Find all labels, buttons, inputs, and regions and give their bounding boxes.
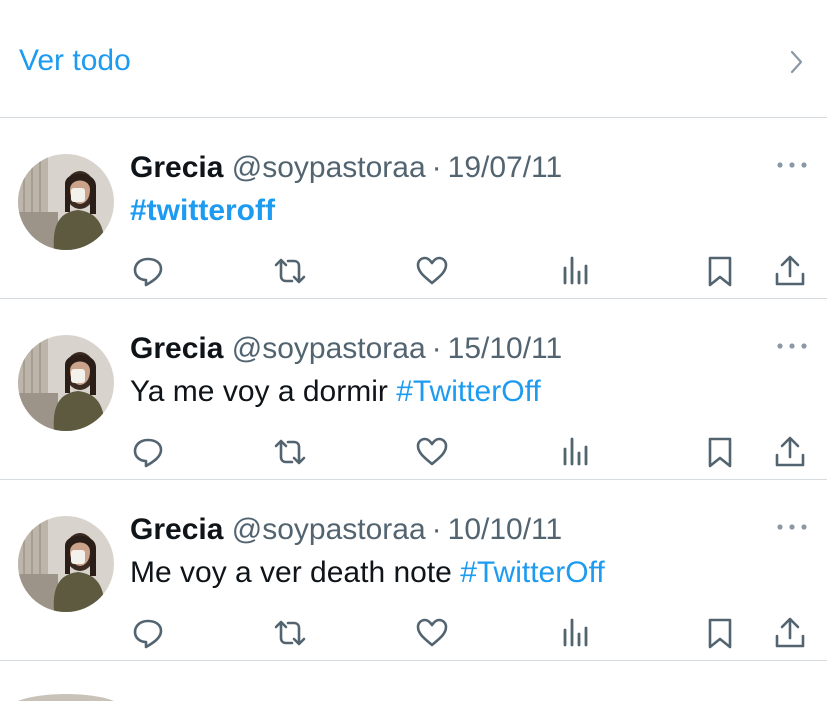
separator: ·: [431, 332, 442, 365]
tweet-text: Ya me voy a dormir #TwitterOff: [130, 375, 541, 409]
tweet-body: Ya me voy a dormir: [130, 375, 397, 408]
ver-todo-link[interactable]: Ver todo: [19, 44, 131, 78]
share-icon[interactable]: [773, 616, 807, 650]
user-handle[interactable]: @soypastoraa: [232, 513, 426, 546]
bookmark-icon[interactable]: [703, 435, 737, 469]
tweet[interactable]: Grecia @soypastoraa · 19/07/11 #twitteroff: [0, 118, 827, 299]
views-icon[interactable]: [559, 435, 593, 469]
tweet-date[interactable]: 19/07/11: [448, 151, 563, 184]
more-dots-icon[interactable]: [776, 520, 808, 538]
views-icon[interactable]: [559, 254, 593, 288]
views-icon[interactable]: [559, 616, 593, 650]
reply-icon[interactable]: [131, 616, 165, 650]
reply-icon[interactable]: [131, 435, 165, 469]
share-icon[interactable]: [773, 435, 807, 469]
user-handle[interactable]: @soypastoraa: [232, 151, 426, 184]
heart-icon[interactable]: [415, 254, 449, 288]
hashtag-link[interactable]: #twitteroff: [130, 194, 275, 227]
tweet-text: Me voy a ver death note #TwitterOff: [130, 556, 605, 590]
retweet-icon[interactable]: [273, 254, 307, 288]
separator: ·: [431, 513, 442, 546]
tweet-header: Grecia @soypastoraa · 10/10/11: [130, 513, 562, 547]
tweet[interactable]: Grecia @soypastoraa · 10/10/11 Me voy a ve…: [0, 480, 827, 661]
tweet-date[interactable]: 15/10/11: [448, 332, 563, 365]
tweet-body: Me voy a ver death note: [130, 556, 461, 589]
tweet-date[interactable]: 10/10/11: [448, 513, 563, 546]
user-name[interactable]: Grecia: [130, 332, 223, 365]
retweet-icon[interactable]: [273, 435, 307, 469]
bookmark-icon[interactable]: [703, 616, 737, 650]
avatar[interactable]: [18, 154, 114, 250]
hashtag-link[interactable]: #TwitterOff: [460, 556, 605, 589]
hashtag-link[interactable]: #TwitterOff: [396, 375, 541, 408]
separator: ·: [431, 151, 442, 184]
user-name[interactable]: Grecia: [130, 151, 223, 184]
share-icon[interactable]: [773, 254, 807, 288]
more-dots-icon[interactable]: [776, 339, 808, 357]
tweet-text: #twitteroff: [130, 194, 275, 228]
avatar[interactable]: [18, 335, 114, 431]
bookmark-icon[interactable]: [703, 254, 737, 288]
chevron-right-icon: [786, 49, 806, 80]
tweet-header: Grecia @soypastoraa · 15/10/11: [130, 332, 562, 366]
retweet-icon[interactable]: [273, 616, 307, 650]
tweet[interactable]: Grecia @soypastoraa · 15/10/11 Ya me voy a…: [0, 299, 827, 480]
user-handle[interactable]: @soypastoraa: [232, 332, 426, 365]
tweet-header: Grecia @soypastoraa · 19/07/11: [130, 151, 562, 185]
heart-icon[interactable]: [415, 435, 449, 469]
reply-icon[interactable]: [131, 254, 165, 288]
avatar[interactable]: [18, 516, 114, 612]
more-dots-icon[interactable]: [776, 158, 808, 176]
ver-todo-row[interactable]: Ver todo: [0, 0, 827, 118]
user-name[interactable]: Grecia: [130, 513, 223, 546]
heart-icon[interactable]: [415, 616, 449, 650]
next-tweet-peek: [0, 674, 827, 701]
